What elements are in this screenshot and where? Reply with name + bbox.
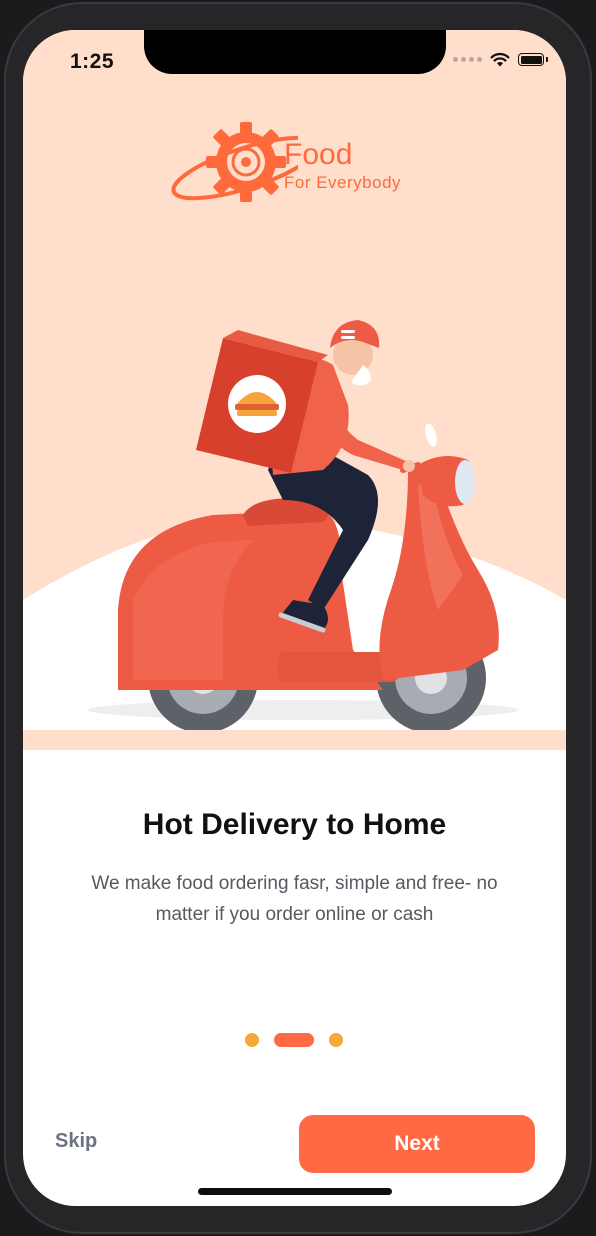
wifi-icon — [490, 52, 510, 67]
device: 1:25 Food For Everybody Hot Delivery to … — [0, 0, 596, 1236]
page-indicator — [245, 1033, 345, 1047]
delivery-scooter-rider-illustration — [23, 320, 566, 730]
gear-planet-plate-icon — [171, 122, 298, 202]
home-indicator — [198, 1188, 392, 1195]
screen: 1:25 Food For Everybody Hot Delivery to … — [23, 30, 566, 1206]
onboarding-description: We make food ordering fasr, simple and f… — [91, 873, 498, 925]
skip-button[interactable]: Skip — [55, 1130, 97, 1153]
logo-name: Food — [284, 138, 353, 171]
next-button[interactable]: Next — [299, 1115, 535, 1173]
page-dot-active — [274, 1033, 314, 1047]
onboarding-title: Hot Delivery to Home — [142, 808, 447, 841]
page-dot — [245, 1033, 259, 1047]
logo-tagline: For Everybody — [284, 173, 402, 192]
status-icons — [453, 52, 548, 67]
notch — [144, 30, 446, 74]
app-logo: Food For Everybody — [168, 112, 438, 208]
battery-icon — [518, 53, 548, 66]
status-time: 1:25 — [70, 50, 115, 73]
signal-dots-icon — [453, 57, 482, 62]
page-dot — [329, 1033, 343, 1047]
